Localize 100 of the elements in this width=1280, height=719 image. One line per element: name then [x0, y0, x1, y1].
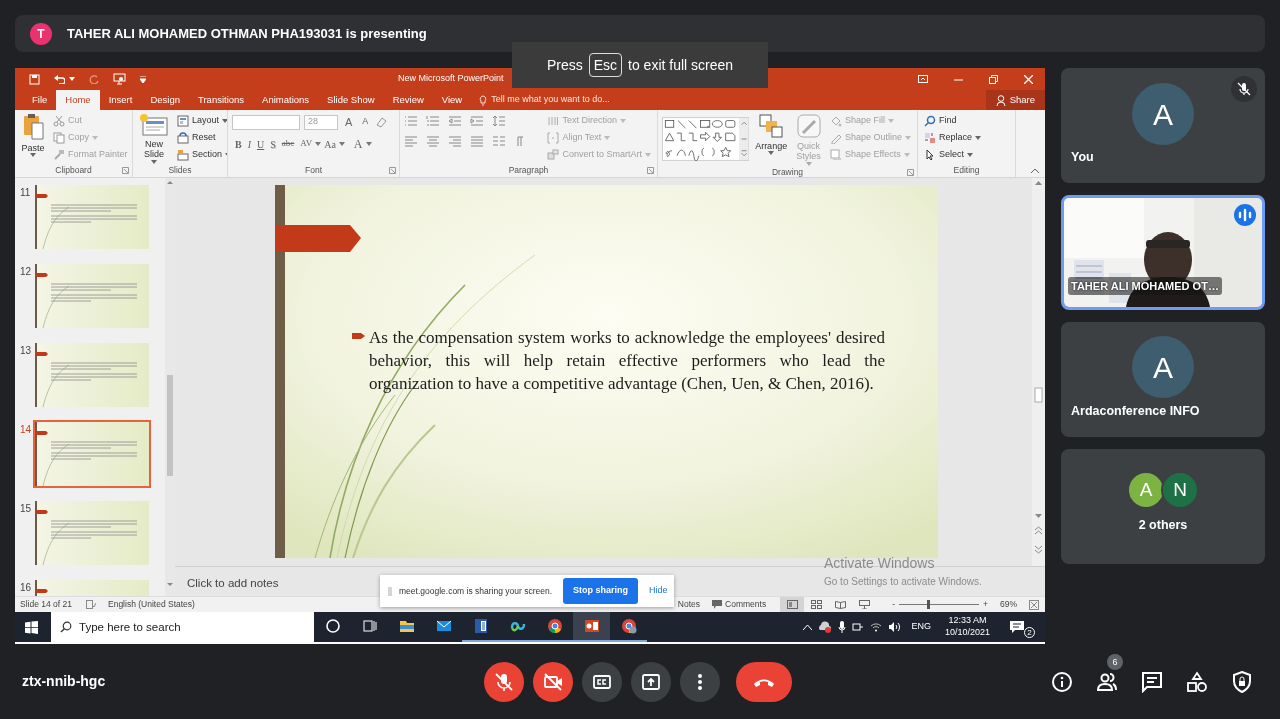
customize-icon[interactable]: [140, 75, 146, 83]
tell-me-search[interactable]: Tell me what you want to do...: [471, 90, 618, 110]
drag-handle-icon[interactable]: [388, 586, 392, 596]
ribbon-button[interactable]: Reset: [175, 130, 227, 146]
caret-icon: [967, 153, 973, 157]
taskbar-app-button[interactable]: [573, 612, 610, 642]
clock-date[interactable]: 10/10/2021: [944, 627, 990, 639]
spellcheck-icon[interactable]: [86, 600, 96, 609]
ribbon-tab[interactable]: View: [432, 90, 472, 110]
network-icon[interactable]: [852, 622, 865, 632]
windows-icon[interactable]: [25, 620, 38, 634]
speaker-icon[interactable]: [888, 622, 902, 632]
shapes-icon[interactable]: [1186, 670, 1208, 693]
count-badge: 6: [1107, 653, 1123, 670]
format-button[interactable]: AV: [297, 135, 316, 153]
slide-thumbnail[interactable]: [33, 341, 151, 409]
format-button[interactable]: abc: [278, 135, 298, 153]
scrollbar[interactable]: [165, 178, 175, 596]
slide-number: 16: [19, 581, 33, 595]
dialog-launcher-icon[interactable]: [647, 167, 654, 174]
view-button[interactable]: [780, 597, 805, 612]
caret-icon: [30, 153, 36, 158]
format-button[interactable]: B: [232, 135, 245, 153]
task-view-icon: [361, 618, 378, 634]
notes-button[interactable]: Notes: [677, 598, 701, 611]
caret-icon: [905, 136, 911, 140]
format-button[interactable]: Aa: [321, 135, 339, 153]
ribbon-button[interactable]: Select: [922, 147, 984, 163]
format-button[interactable]: S: [267, 135, 279, 153]
slide-thumbnail[interactable]: [33, 499, 151, 567]
slide-thumbnail[interactable]: [33, 262, 151, 330]
close-icon[interactable]: [1024, 74, 1033, 84]
person-icon: [995, 94, 1006, 106]
search-field[interactable]: Type here to search: [51, 612, 314, 642]
slider-thumb[interactable]: [926, 600, 930, 609]
stop-sharing-button[interactable]: Stop sharing: [563, 578, 639, 604]
format-button[interactable]: U: [254, 135, 268, 153]
ribbon-button[interactable]: Paste: [19, 113, 47, 164]
language-indicator[interactable]: ENG: [911, 620, 931, 634]
zoom-slider[interactable]: [899, 599, 979, 610]
save-icon[interactable]: [29, 73, 40, 85]
ribbon-tab[interactable]: Transitions: [189, 90, 254, 110]
fit-slide-icon[interactable]: [1029, 599, 1039, 610]
ribbon-button[interactable]: Find: [922, 113, 984, 129]
language-label[interactable]: English (United States): [108, 598, 195, 611]
zoom-in-button[interactable]: +: [983, 598, 988, 611]
wifi-icon[interactable]: [870, 622, 883, 632]
font-size-field[interactable]: 28: [304, 114, 338, 130]
ribbon-button[interactable]: Arrange: [753, 113, 790, 166]
info-icon[interactable]: [1051, 670, 1073, 693]
dialog-launcher-icon[interactable]: [389, 167, 396, 174]
leave-call-button[interactable]: [735, 661, 792, 702]
ribbon-tab[interactable]: Design: [141, 90, 189, 110]
ribbon-tab[interactable]: Home: [56, 90, 100, 110]
cloud-icon[interactable]: [818, 621, 833, 633]
zoom-level[interactable]: 69%: [1000, 598, 1017, 611]
slide-thumbnail[interactable]: [33, 420, 151, 488]
ribbon-button[interactable]: Layout: [175, 113, 227, 129]
font-size-button[interactable]: A: [359, 113, 372, 131]
shield-icon[interactable]: [1231, 670, 1253, 693]
clock-time[interactable]: 12:33 AM: [944, 615, 990, 627]
presentation-icon[interactable]: [113, 73, 126, 85]
chat-icon[interactable]: [1141, 670, 1163, 693]
zoom-out-button[interactable]: -: [892, 598, 895, 611]
ribbon-tab[interactable]: Insert: [99, 90, 142, 110]
activation-title: Activate Windows: [824, 556, 936, 572]
scrollbar[interactable]: [1032, 178, 1045, 566]
restore-icon[interactable]: [989, 74, 998, 84]
reset-icon: [177, 132, 189, 144]
format-button[interactable]: I: [244, 135, 254, 153]
ribbon-button[interactable]: New Slide: [137, 113, 171, 164]
ribbon-button[interactable]: Section: [175, 147, 227, 163]
font-size-button[interactable]: A: [342, 113, 356, 131]
font-name-field[interactable]: [232, 114, 300, 130]
people-icon[interactable]: [1096, 670, 1118, 693]
ribbon-tab[interactable]: Review: [383, 90, 433, 110]
microphone-icon[interactable]: [838, 620, 847, 634]
camera-button[interactable]: [532, 661, 573, 702]
dialog-launcher-icon[interactable]: [122, 167, 129, 174]
mic-button[interactable]: [483, 661, 524, 702]
ribbon-tab[interactable]: File: [23, 90, 57, 110]
hide-button[interactable]: Hide: [645, 584, 672, 598]
comments-button[interactable]: Comments: [712, 598, 767, 611]
ribbon-tab[interactable]: Animations: [253, 90, 319, 110]
caret-icon: [903, 153, 910, 157]
slide-thumbnail[interactable]: [33, 183, 151, 251]
line-spacing-icon[interactable]: [492, 115, 506, 127]
notes-field[interactable]: Click to add notes: [187, 577, 279, 589]
ribbon-options-icon[interactable]: [918, 75, 928, 83]
notification-icon[interactable]: [1010, 620, 1024, 634]
share-button[interactable]: Share: [985, 90, 1045, 110]
undo-icon[interactable]: [54, 74, 65, 84]
ribbon-button[interactable]: Replace: [922, 130, 984, 146]
participant-name: 2 others: [1138, 517, 1188, 534]
collapse-ribbon-icon[interactable]: [1031, 168, 1039, 173]
dialog-launcher-icon[interactable]: [907, 168, 914, 176]
caret-up-icon[interactable]: [803, 624, 813, 630]
caret-icon: [975, 136, 982, 140]
ribbon-tab[interactable]: Slide Show: [318, 90, 384, 110]
format-button[interactable]: A: [350, 135, 366, 153]
